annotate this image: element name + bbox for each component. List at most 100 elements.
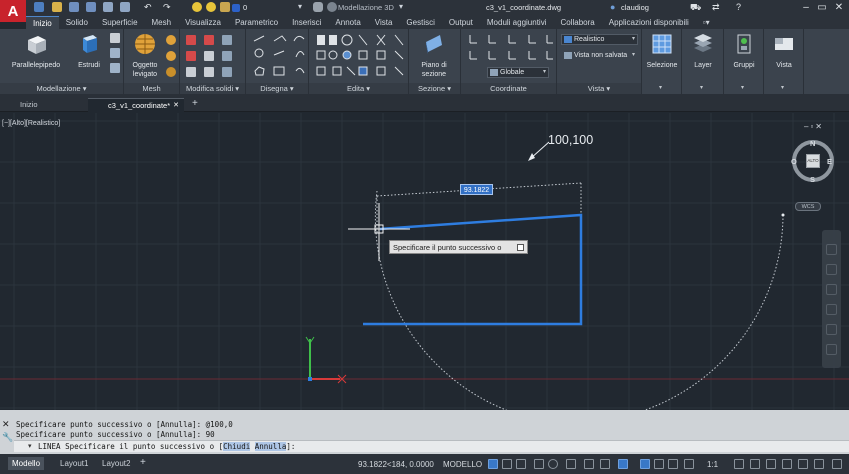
snap-toggle-icon[interactable] <box>502 459 512 469</box>
close-tab-icon[interactable]: ✕ <box>173 99 179 112</box>
sweep-small-icon[interactable] <box>110 63 120 73</box>
parallelepipedo-button[interactable]: Parallelepipedo <box>6 32 66 70</box>
viewport-controls-label[interactable]: [−][Alto][Realistico] <box>2 120 60 127</box>
viewcube-top-face[interactable]: ALTO <box>806 154 820 168</box>
piano-di-sezione-button[interactable]: Piano di sezione <box>415 32 453 79</box>
cart-icon[interactable]: ⛟ <box>690 2 701 14</box>
mesh-smooth-less-icon[interactable] <box>166 51 176 61</box>
ortho-toggle-icon[interactable] <box>534 459 544 469</box>
panel-title-mesh[interactable]: Mesh <box>124 83 179 94</box>
chevron-down-icon[interactable]: ▾ <box>741 84 744 91</box>
ribbon-tab-gestisci[interactable]: Gestisci <box>399 16 441 29</box>
vista-button[interactable]: Vista <box>765 32 803 70</box>
panel-title-coordinate[interactable]: Coordinate <box>461 83 556 94</box>
panel-title-edita[interactable]: Edita ▾ <box>309 83 408 94</box>
model-space-toggle[interactable]: MODELLO <box>443 460 482 469</box>
lineweight-icon[interactable] <box>640 459 650 469</box>
revolve-small-icon[interactable] <box>110 48 120 58</box>
intersect-icon[interactable] <box>186 51 196 61</box>
workspace-switch-gear-icon[interactable] <box>734 459 744 469</box>
isolate-objects-icon[interactable] <box>798 459 808 469</box>
minimize-button[interactable]: – <box>799 1 813 14</box>
annotation-scale[interactable]: 1:1 <box>707 460 718 469</box>
chevron-down-icon[interactable]: ▾ <box>781 84 784 91</box>
panel-title-modifica-solidi[interactable]: Modifica solidi ▾ <box>180 83 245 94</box>
isodraft-icon[interactable] <box>566 459 576 469</box>
close-icon[interactable]: ✕ <box>2 419 13 430</box>
layer-sun-icon[interactable] <box>206 2 216 12</box>
named-view-combo[interactable]: Vista non salvata ▾ <box>561 50 638 61</box>
drawing-viewport[interactable]: [−][Alto][Realistico] –▫✕ 100,100 93.182… <box>0 113 849 410</box>
layer-on-icon[interactable] <box>192 2 202 12</box>
ribbon-tab-mesh[interactable]: Mesh <box>145 16 179 29</box>
units-icon[interactable] <box>766 459 776 469</box>
panel-title-sezione[interactable]: Sezione ▾ <box>409 83 460 94</box>
edit-tools-icons[interactable] <box>315 33 405 77</box>
help-icon[interactable]: ? <box>736 2 741 12</box>
ribbon-tab-annota[interactable]: Annota <box>328 16 367 29</box>
layer-lock-icon[interactable] <box>220 2 230 12</box>
workspace-dropdown-icon[interactable]: ▾ <box>399 2 403 11</box>
ribbon-tab-visualizza[interactable]: Visualizza <box>178 16 228 29</box>
selection-cycling-icon[interactable] <box>668 459 678 469</box>
close-window-button[interactable]: ✕ <box>832 1 846 14</box>
ribbon-tab-vista[interactable]: Vista <box>368 16 400 29</box>
compass-north[interactable]: N <box>810 139 815 148</box>
compass-south[interactable]: S <box>810 175 815 184</box>
options-icon[interactable] <box>517 244 524 251</box>
transparency-icon[interactable] <box>654 459 664 469</box>
ucs-tools-icons[interactable] <box>467 33 553 63</box>
mesh-refine-icon[interactable] <box>166 67 176 77</box>
ribbon-tab-output[interactable]: Output <box>442 16 480 29</box>
union-icon[interactable] <box>186 35 196 45</box>
layout-tab-layout2[interactable]: Layout2 <box>98 457 134 470</box>
new-layout-icon[interactable]: + <box>140 457 146 468</box>
panel-title-vista[interactable]: Vista ▾ <box>557 83 641 94</box>
file-tab-inizio[interactable]: Inizio <box>0 98 88 112</box>
navbar-options-icon[interactable] <box>826 344 837 355</box>
showmotion-icon[interactable] <box>826 324 837 335</box>
undo-icon[interactable]: ↶ <box>144 2 158 12</box>
cursor-coordinates[interactable]: 93.1822<184, 0.0000 <box>358 460 434 469</box>
grid-toggle-icon[interactable] <box>488 459 498 469</box>
oggetto-levigato-button[interactable]: Oggetto levigato <box>128 32 162 79</box>
option-annulla[interactable]: Annulla <box>254 442 287 451</box>
layer-button[interactable]: Layer <box>684 32 722 70</box>
selezione-button[interactable]: Selezione <box>643 32 681 70</box>
chevron-down-icon[interactable]: ▾ <box>659 84 662 91</box>
snap-menu-icon[interactable] <box>516 459 526 469</box>
user-icon[interactable]: ● <box>610 2 615 12</box>
recent-commands-chevron-icon[interactable]: ▾ <box>28 442 32 450</box>
object-snap-tracking-icon[interactable] <box>584 459 594 469</box>
layer-dropdown-icon[interactable]: ▾ <box>298 2 302 11</box>
subtract-icon[interactable] <box>204 35 214 45</box>
ribbon-tab-inizio[interactable]: Inizio <box>26 15 59 30</box>
redo-icon[interactable]: ↷ <box>163 2 177 12</box>
mesh-smooth-more-icon[interactable] <box>166 35 176 45</box>
gruppi-button[interactable]: Gruppi <box>725 32 763 70</box>
exchange-icon[interactable]: ⇄ <box>712 2 720 13</box>
3d-object-snap-icon[interactable] <box>618 459 628 469</box>
polar-tracking-icon[interactable] <box>548 459 558 469</box>
chamfer-edge-icon[interactable] <box>204 67 214 77</box>
layout-tab-layout1[interactable]: Layout1 <box>56 457 92 470</box>
save-icon[interactable] <box>69 2 79 12</box>
ribbon-tab-applicazioni-disponibili[interactable]: Applicazioni disponibili <box>602 16 696 29</box>
viewport-window-controls[interactable]: –▫✕ <box>804 122 824 131</box>
shell-icon[interactable] <box>204 51 214 61</box>
new-tab-icon[interactable]: + <box>192 98 198 109</box>
user-name[interactable]: claudiog <box>621 3 649 12</box>
ribbon-expand-icon[interactable]: ▫▾ <box>696 16 717 29</box>
open-file-icon[interactable] <box>52 2 62 12</box>
workspace-combo[interactable]: Modellazione 3D <box>338 3 394 12</box>
ribbon-tab-parametrico[interactable]: Parametrico <box>228 16 285 29</box>
option-chiudi[interactable]: Chiudi <box>223 442 251 451</box>
ribbon-tab-collabora[interactable]: Collabora <box>553 16 601 29</box>
estrudi-button[interactable]: Estrudi <box>72 32 106 70</box>
maximize-button[interactable]: ▭ <box>815 1 829 14</box>
compass-east[interactable]: E <box>827 157 832 166</box>
fillet-edge-icon[interactable] <box>186 67 196 77</box>
ribbon-tab-superficie[interactable]: Superficie <box>95 16 145 29</box>
ribbon-tab-inserisci[interactable]: Inserisci <box>285 16 328 29</box>
command-line-input[interactable]: ▾ LINEA Specificare il punto successivo … <box>14 440 849 452</box>
